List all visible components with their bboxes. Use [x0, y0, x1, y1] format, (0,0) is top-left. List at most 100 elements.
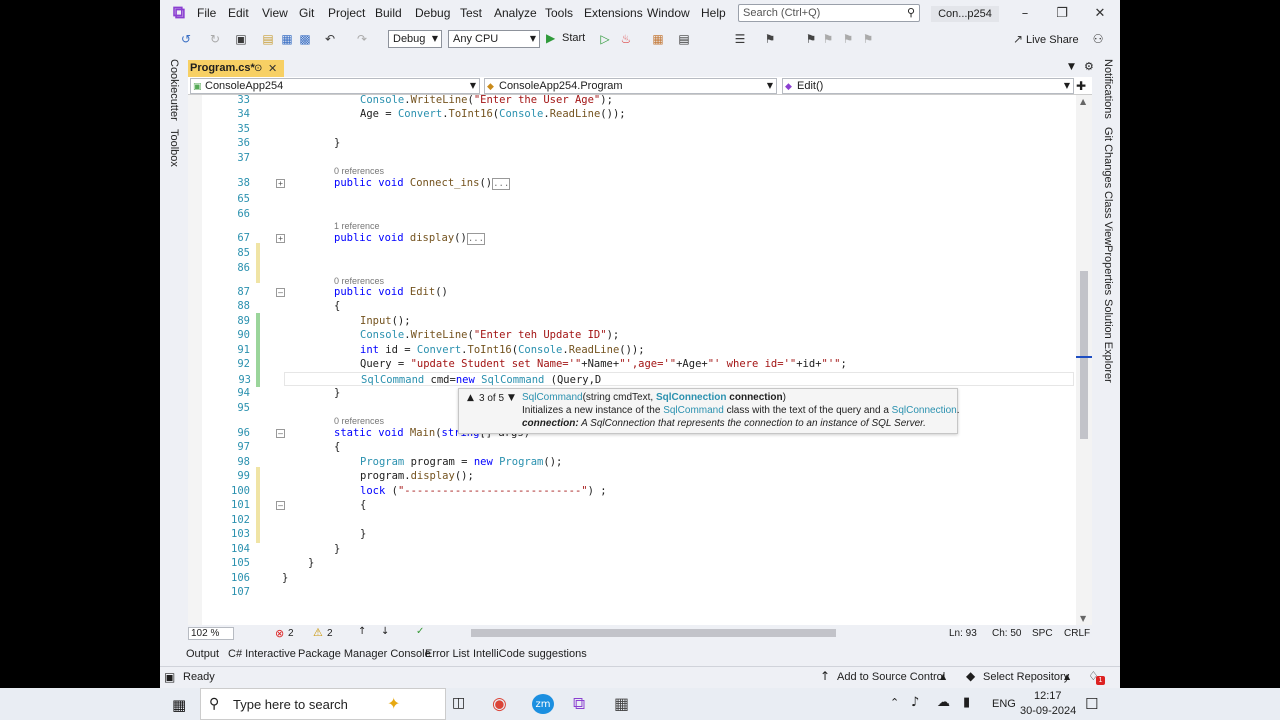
bookmark-icon[interactable]: ☰	[732, 31, 748, 47]
close-tab-icon[interactable]: ✕	[268, 60, 277, 77]
input-language[interactable]: ENG	[992, 698, 1016, 710]
git-changes-tab[interactable]: Git Changes	[1102, 127, 1114, 188]
clock-date[interactable]: 30-09-2024	[1020, 705, 1076, 717]
previous-overload-icon[interactable]: ▲	[467, 392, 474, 405]
toolbox-tab[interactable]: Toolbox	[168, 129, 180, 167]
taskbar-search[interactable]: ⚲ Type here to search ✦	[200, 688, 446, 720]
tab-package-manager-console[interactable]: Package Manager Console	[298, 648, 431, 660]
collapse-icon[interactable]: +	[276, 179, 285, 188]
tab-csharp-interactive[interactable]: C# Interactive	[228, 648, 296, 660]
tab-program-cs[interactable]: Program.cs* ⊙ ✕	[188, 60, 284, 77]
back-icon[interactable]: ↺	[178, 31, 194, 47]
whitespace-mode[interactable]: SPC	[1032, 628, 1053, 639]
menu-git[interactable]: Git	[299, 6, 314, 20]
close-icon[interactable]: ✕	[1090, 5, 1110, 21]
warning-count[interactable]: 2	[327, 628, 333, 639]
speaker-icon[interactable]: ♪	[911, 695, 919, 710]
vertical-scrollbar[interactable]: ▲ ▼	[1076, 95, 1092, 625]
arrow-up-icon[interactable]: ↑	[358, 626, 366, 637]
comment-icon[interactable]: ⚑	[762, 31, 778, 47]
collapsed-region[interactable]: ...	[466, 233, 486, 245]
horizontal-scroll-thumb[interactable]	[471, 629, 836, 637]
tab-error-list[interactable]: Error List	[425, 648, 470, 660]
menu-view[interactable]: View	[262, 6, 288, 20]
tab-intellicode-suggestions[interactable]: IntelliCode suggestions	[473, 648, 587, 660]
menu-test[interactable]: Test	[460, 6, 482, 20]
codelens-references[interactable]: 0 references	[334, 416, 384, 426]
collapse-icon[interactable]: –	[276, 288, 285, 297]
menu-file[interactable]: File	[197, 6, 216, 20]
configuration-dropdown[interactable]: Debug ▼	[388, 30, 442, 48]
task-view-icon[interactable]: ◫	[452, 695, 465, 711]
chevron-up-icon[interactable]: ⌃	[890, 696, 899, 709]
chrome-icon[interactable]: ◉	[492, 694, 507, 714]
feedback-icon[interactable]: ⚇	[1090, 31, 1106, 47]
error-count[interactable]: 2	[288, 628, 294, 639]
start-without-debugging-icon[interactable]: ▷	[597, 31, 613, 47]
menu-help[interactable]: Help	[701, 6, 726, 20]
collapse-icon[interactable]: +	[276, 234, 285, 243]
warning-icon[interactable]: ⚠	[313, 626, 323, 639]
browse-icon[interactable]: ▦	[650, 31, 666, 47]
codelens-references[interactable]: 1 reference	[334, 221, 380, 231]
collapse-icon[interactable]: –	[276, 501, 285, 510]
properties-tab[interactable]: Properties	[1102, 245, 1114, 295]
line-ending[interactable]: CRLF	[1064, 628, 1090, 639]
arrow-down-icon[interactable]: ↓	[381, 626, 389, 637]
solution-explorer-tab[interactable]: Solution Explorer	[1102, 299, 1114, 383]
code-cleanup-icon[interactable]: ✓	[416, 626, 424, 637]
collapse-icon[interactable]: –	[276, 429, 285, 438]
menu-edit[interactable]: Edit	[228, 6, 249, 20]
add-to-source-control[interactable]: Add to Source Control	[837, 671, 945, 683]
menu-extensions[interactable]: Extensions	[584, 6, 643, 20]
start-icon[interactable]: ▶	[546, 31, 555, 45]
scroll-thumb[interactable]	[1080, 271, 1088, 439]
notification-center-icon[interactable]: ☐	[1085, 695, 1098, 713]
bookmark-clear-icon[interactable]: ⚑	[860, 31, 876, 47]
clock-time[interactable]: 12:17	[1034, 690, 1062, 702]
scroll-up-icon[interactable]: ▲	[1080, 97, 1086, 106]
tab-output[interactable]: Output	[186, 648, 219, 660]
settings-icon[interactable]: ⚙	[1084, 60, 1094, 73]
minimize-icon[interactable]: –	[1015, 5, 1035, 21]
menu-project[interactable]: Project	[328, 6, 365, 20]
menu-analyze[interactable]: Analyze	[494, 6, 537, 20]
search-box[interactable]: Search (Ctrl+Q) ⚲	[738, 4, 920, 22]
codelens-references[interactable]: 0 references	[334, 166, 384, 176]
class-view-tab[interactable]: Class View	[1102, 191, 1114, 245]
visual-studio-taskbar-icon[interactable]: ⧉	[573, 694, 585, 714]
restore-icon[interactable]: ❐	[1052, 5, 1072, 21]
forward-icon[interactable]: ↻	[207, 31, 223, 47]
hot-reload-icon[interactable]: ♨	[618, 31, 634, 47]
zoom-dropdown[interactable]: 102 %	[188, 627, 234, 640]
new-project-icon[interactable]: ▣	[233, 31, 249, 47]
bookmark-prev-icon[interactable]: ⚑	[820, 31, 836, 47]
live-share-button[interactable]: Live Share	[1026, 34, 1079, 46]
select-repository[interactable]: Select Repository	[983, 671, 1069, 683]
zoom-app-icon[interactable]: zm	[532, 694, 554, 714]
scroll-down-icon[interactable]: ▼	[1080, 614, 1086, 623]
bookmark-toggle-icon[interactable]: ⚑	[803, 31, 819, 47]
class-dropdown[interactable]: ◆ ConsoleApp254.Program ▼	[484, 78, 777, 94]
open-folder-icon[interactable]: ▤	[260, 31, 276, 47]
tab-list-dropdown-icon[interactable]: ▼	[1068, 62, 1075, 72]
redo-icon[interactable]: ↷	[354, 31, 370, 47]
live-share-icon[interactable]: ↗	[1010, 31, 1026, 47]
pin-icon[interactable]: ⊙	[254, 60, 262, 77]
menu-debug[interactable]: Debug	[415, 6, 450, 20]
collapsed-region[interactable]: ...	[492, 178, 511, 190]
network-icon[interactable]: ☁	[937, 695, 950, 710]
notifications-tab[interactable]: Notifications	[1102, 59, 1114, 119]
app-icon[interactable]: ▦	[614, 694, 629, 713]
menu-build[interactable]: Build	[375, 6, 402, 20]
save-all-icon[interactable]: ▩	[297, 31, 313, 47]
bookmark-next-icon[interactable]: ⚑	[840, 31, 856, 47]
member-dropdown[interactable]: ◆ Edit() ▼	[782, 78, 1074, 94]
layout-icon[interactable]: ▤	[676, 31, 692, 47]
menu-window[interactable]: Window	[647, 6, 690, 20]
menu-tools[interactable]: Tools	[545, 6, 573, 20]
error-icon[interactable]: ⊗	[275, 627, 284, 640]
start-button[interactable]: Start	[562, 32, 585, 44]
save-icon[interactable]: ▦	[279, 31, 295, 47]
windows-start-icon[interactable]: ▦	[172, 696, 186, 714]
